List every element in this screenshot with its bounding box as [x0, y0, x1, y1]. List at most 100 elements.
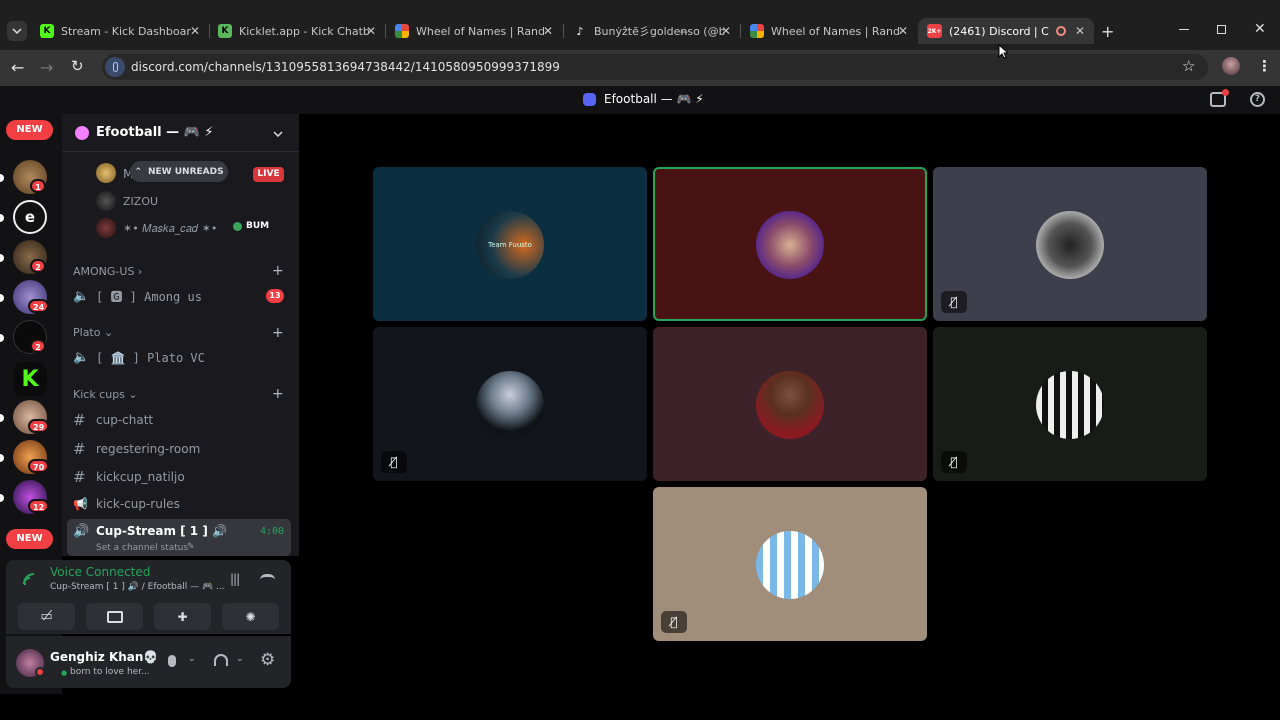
voice-member-avatar[interactable] — [96, 191, 116, 211]
participant-tile[interactable]: 🎙̸ — [933, 167, 1207, 321]
minimize-button[interactable] — [1179, 29, 1189, 30]
tab-wheel-of-names-2[interactable]: Wheel of Names | Random ✕ — [750, 18, 908, 44]
soundboard-button[interactable]: ✺ — [222, 603, 279, 630]
category-label: Kick cups — [73, 388, 125, 401]
close-tab-icon[interactable]: ✕ — [1075, 24, 1085, 38]
online-status-dot — [35, 667, 45, 677]
add-channel-icon[interactable]: + — [272, 386, 284, 402]
add-channel-icon[interactable]: + — [272, 263, 284, 279]
channel-label: [ 🅶 ] Among us — [96, 290, 202, 304]
channel-cup-stream-active[interactable]: 🔊 Cup-Stream [ 1 ] 🔊 4:00 Set a channel … — [67, 519, 291, 556]
participant-avatar — [756, 211, 824, 279]
server-header[interactable]: Efootball — 🎮 ⚡ — [62, 114, 299, 152]
tab-title: Bunẏẑtẽ彡golden̶so (@bu — [594, 25, 724, 38]
participant-tile[interactable]: 🎙̸ — [653, 487, 927, 641]
participant-tile-speaking[interactable] — [653, 167, 927, 321]
mic-muted-icon: 🎙̸ — [950, 455, 958, 469]
pencil-icon[interactable]: ✎ — [187, 542, 195, 552]
kick-server-icon[interactable]: K — [13, 362, 47, 396]
add-channel-icon[interactable]: + — [272, 325, 284, 341]
tab-title: Wheel of Names | Random — [416, 24, 546, 38]
noise-suppression-icon[interactable]: ||| — [230, 572, 240, 586]
new-unreads-pill[interactable]: ⌃ NEW UNREADS — [130, 161, 228, 182]
participant-tile[interactable] — [653, 327, 927, 481]
channel-label: kick-cup-rules — [96, 497, 180, 511]
channel-regestering-room[interactable]: # regestering-room — [73, 440, 200, 458]
restore-button[interactable] — [1217, 25, 1226, 34]
channel-among-us[interactable]: 🔈 [ 🅶 ] Among us — [73, 288, 202, 305]
new-pill[interactable]: NEW — [6, 120, 53, 140]
channel-plato-vc[interactable]: 🔈 [ 🏛️ ] Plato VC — [73, 350, 205, 365]
disconnect-icon[interactable] — [260, 574, 275, 580]
participant-avatar — [476, 371, 544, 439]
user-panel: Genghiz Khan💀 ● born to love her... ⌄ ⌄ … — [6, 636, 291, 688]
new-unreads-label: NEW UNREADS — [147, 166, 224, 177]
category-kick-cups[interactable]: Kick cups ⌄ — [73, 388, 138, 401]
site-info-icon[interactable] — [105, 57, 125, 77]
browser-menu-icon[interactable]: ⋮ — [1257, 57, 1272, 75]
tab-title: Kicklet.app - Kick Chatbot — [239, 24, 369, 38]
kicklet-icon: K — [218, 24, 232, 38]
close-tab-icon[interactable]: ✕ — [366, 24, 376, 38]
camera-off-button[interactable]: ▭̸ — [18, 603, 75, 630]
profile-avatar[interactable] — [1222, 57, 1240, 75]
activities-button[interactable]: ✚ — [154, 603, 211, 630]
signal-icon — [23, 573, 35, 585]
screen-share-button[interactable] — [86, 603, 143, 630]
participant-tile[interactable]: 🎙̸ — [933, 327, 1207, 481]
unread-badge: 1 — [30, 179, 46, 193]
channel-label: regestering-room — [96, 442, 201, 456]
tab-tiktok[interactable]: ♪ Bunẏẑtẽ彡golden̶so (@bu ✕ — [573, 18, 731, 44]
category-among-us[interactable]: AMONG-US › — [73, 265, 142, 278]
unread-badge: 24 — [28, 299, 50, 313]
mic-muted-icon: 🎙̸ — [390, 455, 398, 469]
channel-kickcup-natiljo[interactable]: # kickcup_natiljo — [73, 468, 185, 486]
help-icon[interactable]: ? — [1250, 92, 1265, 107]
close-tab-icon[interactable]: ✕ — [190, 24, 200, 38]
category-plato[interactable]: Plato ⌄ — [73, 326, 113, 339]
tab-discord[interactable]: 2K+ (2461) Discord | Cup-St ✕ — [918, 18, 1094, 44]
category-label: AMONG-US — [73, 265, 135, 278]
channel-kick-cup-rules[interactable]: 📢 kick-cup-rules — [73, 497, 180, 511]
settings-gear-icon[interactable]: ⚙ — [260, 650, 275, 670]
unread-badge: 12 — [28, 499, 50, 513]
participant-tile[interactable]: Team Fuusto — [373, 167, 647, 321]
new-pill-bottom[interactable]: NEW — [6, 529, 53, 549]
tab-wheel-of-names[interactable]: Wheel of Names | Random ✕ — [395, 18, 553, 44]
tag-icon — [233, 221, 242, 231]
chevron-down-icon[interactable]: ⌄ — [188, 654, 196, 664]
participant-avatar — [756, 531, 824, 599]
microphone-icon[interactable] — [168, 655, 176, 667]
voice-member-avatar[interactable] — [96, 218, 116, 238]
efootball-server-icon[interactable]: e — [13, 200, 47, 234]
close-window-button[interactable]: ✕ — [1254, 21, 1266, 37]
unread-badge: 2 — [30, 259, 46, 273]
tab-kick-dashboard[interactable]: K Stream - Kick Dashboard ✕ — [40, 18, 200, 44]
close-tab-icon[interactable]: ✕ — [543, 24, 553, 38]
inbox-icon[interactable] — [1210, 89, 1229, 107]
muted-indicator: 🎙̸ — [941, 451, 967, 473]
chevron-down-icon — [273, 131, 283, 137]
reload-icon[interactable]: ↻ — [71, 57, 84, 75]
new-tab-button[interactable]: + — [1101, 22, 1114, 41]
close-tab-icon[interactable]: ✕ — [898, 24, 908, 38]
forward-arrow-icon[interactable]: → — [40, 58, 53, 77]
wheel-icon — [750, 24, 764, 38]
chevron-down-icon[interactable]: ⌄ — [236, 654, 244, 664]
muted-indicator: 🎙̸ — [941, 291, 967, 313]
close-tab-icon[interactable]: ✕ — [721, 24, 731, 38]
participant-tile[interactable]: 🎙̸ — [373, 327, 647, 481]
headphones-icon[interactable] — [214, 654, 228, 666]
category-label: Plato — [73, 326, 101, 339]
set-channel-status[interactable]: Set a channel status — [96, 543, 188, 553]
tab-kicklet[interactable]: K Kicklet.app - Kick Chatbot ✕ — [218, 18, 376, 44]
speaker-icon: 🔈 — [73, 350, 90, 365]
tab-search-button[interactable] — [7, 21, 27, 41]
bookmark-star-icon[interactable]: ☆ — [1182, 57, 1195, 75]
voice-location[interactable]: Cup-Stream [ 1 ] 🔊 / Efootball — 🎮 ... — [50, 582, 225, 592]
server-title-text: Efootball — 🎮 ⚡ — [604, 92, 704, 106]
back-arrow-icon[interactable]: ← — [11, 58, 24, 77]
voice-member-avatar[interactable] — [96, 163, 116, 183]
channel-cup-chatt[interactable]: # cup-chatt — [73, 411, 153, 429]
channel-label: Cup-Stream [ 1 ] 🔊 — [96, 524, 227, 538]
